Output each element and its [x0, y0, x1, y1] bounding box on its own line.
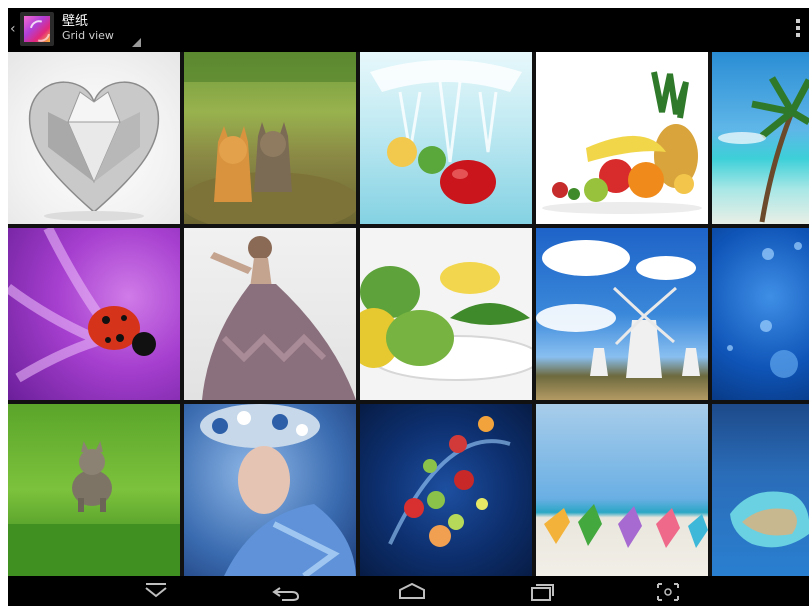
recent-apps-icon[interactable]: [520, 580, 560, 602]
action-bar-subtitle: Grid view: [62, 29, 114, 42]
hide-keyboard-icon[interactable]: [136, 580, 176, 602]
wallpaper-tile-two-kittens[interactable]: [184, 52, 356, 224]
gallery-app-icon[interactable]: [20, 12, 55, 46]
spinner-indicator-icon: [132, 38, 141, 47]
wallpaper-tile-tropical-beach[interactable]: [712, 52, 809, 224]
wallpaper-tile-ocean-island[interactable]: [712, 404, 809, 576]
wallpaper-tile-limes-lemons[interactable]: [360, 228, 532, 400]
wallpaper-tile-fruit-splash[interactable]: [360, 52, 532, 224]
action-bar-title: 壁纸: [62, 14, 89, 29]
wallpaper-tile-kitten-grass[interactable]: [8, 404, 180, 576]
up-caret-icon[interactable]: ‹: [10, 22, 18, 36]
wallpaper-tile-water-drops[interactable]: [712, 228, 809, 400]
wallpaper-tile-fruit-still-life[interactable]: [536, 52, 708, 224]
back-icon[interactable]: [266, 580, 306, 602]
screenshot-icon[interactable]: [648, 580, 688, 602]
wallpaper-tile-woman-feather-dress[interactable]: [184, 228, 356, 400]
view-spinner[interactable]: 壁纸 Grid view: [62, 14, 114, 43]
wallpaper-tile-woman-flower-crown[interactable]: [184, 404, 356, 576]
overflow-menu-icon[interactable]: [793, 18, 803, 40]
home-icon[interactable]: [392, 580, 432, 602]
wallpaper-tile-windmills[interactable]: [536, 228, 708, 400]
wallpaper-app-screen: ‹ 壁纸 Grid view: [8, 8, 809, 606]
action-bar: ‹ 壁纸 Grid view: [8, 8, 809, 52]
wallpaper-tile-fruit-water-dark[interactable]: [360, 404, 532, 576]
wallpaper-grid: [8, 52, 809, 576]
wallpaper-tile-ladybug-flower[interactable]: [8, 228, 180, 400]
system-navigation-bar: [8, 576, 809, 606]
wallpaper-tile-beach-chairs[interactable]: [536, 404, 708, 576]
wallpaper-tile-diamond-heart[interactable]: [8, 52, 180, 224]
